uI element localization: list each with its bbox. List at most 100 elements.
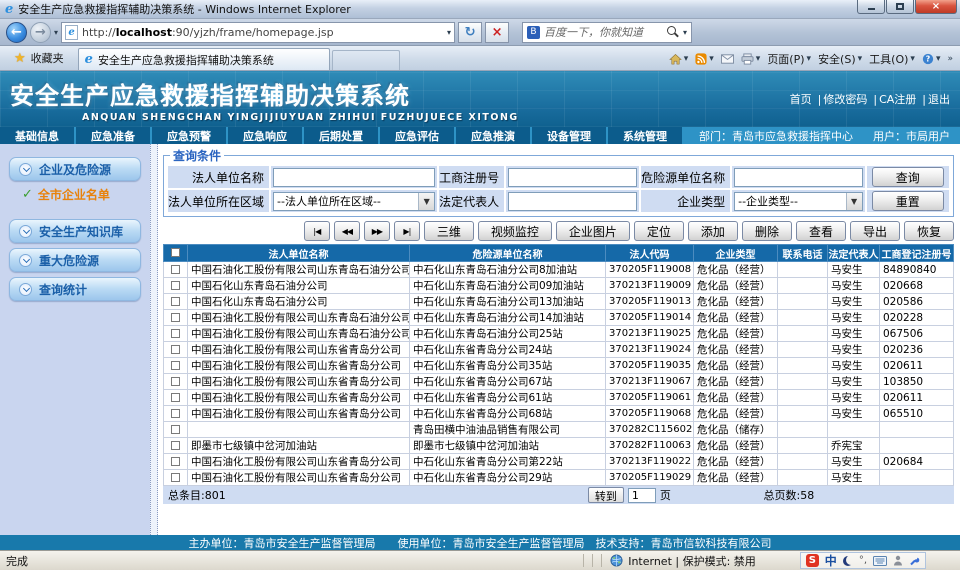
nav-menu-item[interactable]: 应急推演 — [456, 127, 530, 144]
wrench-icon[interactable] — [909, 555, 920, 566]
close-button[interactable]: × — [915, 0, 957, 14]
table-row[interactable]: 中国石油化工股份有限公司山东省青岛分公司 中石化山东省青岛分公司29站 3702… — [164, 470, 954, 486]
sidebar-group-query-statistics[interactable]: 查询统计 — [9, 277, 141, 301]
table-row[interactable]: 中国石油化工股份有限公司山东青岛石油分公司 中石化山东青岛石油分公司25站 37… — [164, 326, 954, 342]
table-row[interactable]: 中国石油化工股份有限公司山东青岛石油分公司 中石化山东青岛石油分公司14加油站 … — [164, 310, 954, 326]
home-button[interactable]: ▾ — [669, 53, 689, 66]
table-row[interactable]: 中国石化山东青岛石油分公司 中石化山东青岛石油分公司13加油站 370205F1… — [164, 294, 954, 310]
forward-button[interactable]: → — [30, 22, 51, 43]
sidebar-splitter[interactable] — [150, 144, 158, 535]
row-checkbox[interactable] — [171, 265, 180, 274]
row-checkbox[interactable] — [171, 345, 180, 354]
toolbar-button[interactable]: 三维 — [424, 221, 474, 241]
row-checkbox[interactable] — [171, 473, 180, 482]
row-checkbox[interactable] — [171, 313, 180, 322]
ime-punctuation-toggle[interactable]: °, — [859, 555, 867, 566]
search-icon[interactable] — [667, 26, 679, 38]
nav-menu-item[interactable]: 应急评估 — [380, 127, 454, 144]
nav-menu-item[interactable]: 基础信息 — [0, 127, 74, 144]
minimize-button[interactable] — [857, 0, 885, 14]
print-dropdown-icon[interactable]: ▾ — [756, 54, 761, 64]
refresh-button[interactable]: ↻ — [458, 22, 482, 43]
table-row[interactable]: 中国石油化工股份有限公司山东省青岛分公司 中石化山东省青岛分公司68站 3702… — [164, 406, 954, 422]
nav-menu-item[interactable]: 应急准备 — [76, 127, 150, 144]
user-tray-icon[interactable] — [893, 555, 903, 566]
row-checkbox[interactable] — [171, 409, 180, 418]
new-tab-stub[interactable] — [332, 50, 400, 70]
table-row[interactable]: 中国石油化工股份有限公司山东省青岛分公司 中石化山东省青岛分公司35站 3702… — [164, 358, 954, 374]
business-reg-no-input[interactable] — [508, 168, 637, 187]
soft-keyboard-icon[interactable] — [873, 556, 887, 566]
sidebar-group-major-hazard[interactable]: 重大危险源 — [9, 248, 141, 272]
pager-nav-button[interactable]: ▶| — [394, 221, 420, 241]
table-row[interactable]: 即墨市七级镇中岔河加油站 即墨市七级镇中岔河加油站 370282F110063 … — [164, 438, 954, 454]
table-row[interactable]: 青岛田横中油油品销售有限公司 370282C115602 危化品（储存） — [164, 422, 954, 438]
search-dropdown-icon[interactable]: ▾ — [683, 28, 687, 37]
back-button[interactable]: ← — [6, 22, 27, 43]
region-select[interactable]: --法人单位所在区域-- ▼ — [273, 192, 435, 211]
table-row[interactable]: 中国石油化工股份有限公司山东省青岛分公司 中石化山东省青岛分公司61站 3702… — [164, 390, 954, 406]
toolbar-button[interactable]: 视频监控 — [478, 221, 552, 241]
pager-nav-button[interactable]: ▶▶ — [364, 221, 390, 241]
stop-button[interactable]: × — [485, 22, 509, 43]
read-mail-button[interactable] — [721, 54, 734, 64]
nav-menu-item[interactable]: 后期处置 — [304, 127, 378, 144]
menu-tools[interactable]: 工具(O)▾ — [869, 51, 915, 67]
nav-menu-item[interactable]: 应急响应 — [228, 127, 302, 144]
row-checkbox[interactable] — [171, 441, 180, 450]
header-link[interactable]: 退出 — [916, 91, 950, 107]
toolbar-button[interactable]: 删除 — [742, 221, 792, 241]
menu-page[interactable]: 页面(P)▾ — [767, 51, 811, 67]
row-checkbox[interactable] — [171, 393, 180, 402]
table-row[interactable]: 中国石化山东青岛石油分公司 中石化山东青岛石油分公司09加油站 370213F1… — [164, 278, 954, 294]
browser-tab[interactable]: e 安全生产应急救援指挥辅助决策系统 — [78, 48, 330, 70]
reset-button[interactable]: 重置 — [872, 191, 944, 211]
row-checkbox[interactable] — [171, 281, 180, 290]
toolbar-button[interactable]: 添加 — [688, 221, 738, 241]
sidebar-group-enterprise-hazard[interactable]: 企业及危险源 — [9, 157, 141, 181]
toolbar-button[interactable]: 恢复 — [904, 221, 954, 241]
history-dropdown-icon[interactable]: ▾ — [54, 28, 58, 37]
row-checkbox[interactable] — [171, 297, 180, 306]
table-row[interactable]: 中国石油化工股份有限公司山东省青岛分公司 中石化山东省青岛分公司24站 3702… — [164, 342, 954, 358]
goto-page-button[interactable]: 转到 — [588, 487, 624, 503]
row-checkbox[interactable] — [171, 377, 180, 386]
address-bar[interactable]: e http://localhost:90/yjzh/frame/homepag… — [61, 22, 455, 43]
ime-fullhalf-moon-icon[interactable] — [843, 556, 853, 566]
sidebar-group-safety-knowledge[interactable]: 安全生产知识库 — [9, 219, 141, 243]
toolbar-button[interactable]: 导出 — [850, 221, 900, 241]
row-checkbox[interactable] — [171, 361, 180, 370]
toolbar-button[interactable]: 企业图片 — [556, 221, 630, 241]
table-row[interactable]: 中国石油化工股份有限公司山东省青岛分公司 中石化山东省青岛分公司67站 3702… — [164, 374, 954, 390]
company-type-select[interactable]: --企业类型-- ▼ — [734, 192, 863, 211]
ime-language-toggle[interactable]: 中 — [825, 552, 837, 569]
favorites-button[interactable]: ★ 收藏夹 — [5, 48, 73, 68]
menu-safety[interactable]: 安全(S)▾ — [818, 51, 862, 67]
row-checkbox[interactable] — [171, 329, 180, 338]
pager-nav-button[interactable]: |◀ — [304, 221, 330, 241]
address-dropdown-icon[interactable]: ▾ — [447, 28, 451, 37]
home-dropdown-icon[interactable]: ▾ — [684, 54, 689, 64]
legal-name-input[interactable] — [273, 168, 435, 187]
select-all-checkbox[interactable] — [171, 248, 180, 257]
feeds-dropdown-icon[interactable]: ▾ — [709, 54, 714, 64]
toolbar-button[interactable]: 查看 — [796, 221, 846, 241]
nav-menu-item[interactable]: 设备管理 — [532, 127, 606, 144]
row-checkbox[interactable] — [171, 425, 180, 434]
help-button[interactable]: ? ▾ — [922, 53, 941, 65]
row-checkbox[interactable] — [171, 457, 180, 466]
header-link[interactable]: 首页 — [790, 91, 812, 107]
print-button[interactable]: ▾ — [741, 53, 761, 65]
nav-menu-item[interactable]: 应急预警 — [152, 127, 226, 144]
maximize-button[interactable] — [886, 0, 914, 14]
header-link[interactable]: 修改密码 — [812, 91, 868, 107]
query-button[interactable]: 查询 — [872, 167, 944, 187]
table-row[interactable]: 中国石油化工股份有限公司山东青岛石油分公司 中石化山东青岛石油分公司8加油站 3… — [164, 262, 954, 278]
toolbar-button[interactable]: 定位 — [634, 221, 684, 241]
legal-rep-input[interactable] — [508, 192, 637, 211]
search-box[interactable]: B 百度一下，你就知道 ▾ — [522, 22, 692, 43]
sidebar-item-city-enterprise-list[interactable]: ✓ 全市企业名单 — [22, 186, 150, 203]
table-row[interactable]: 中国石油化工股份有限公司山东省青岛分公司 中石化山东省青岛分公司第22站 370… — [164, 454, 954, 470]
header-link[interactable]: CA注册 — [867, 91, 916, 107]
page-number-input[interactable] — [628, 488, 656, 503]
